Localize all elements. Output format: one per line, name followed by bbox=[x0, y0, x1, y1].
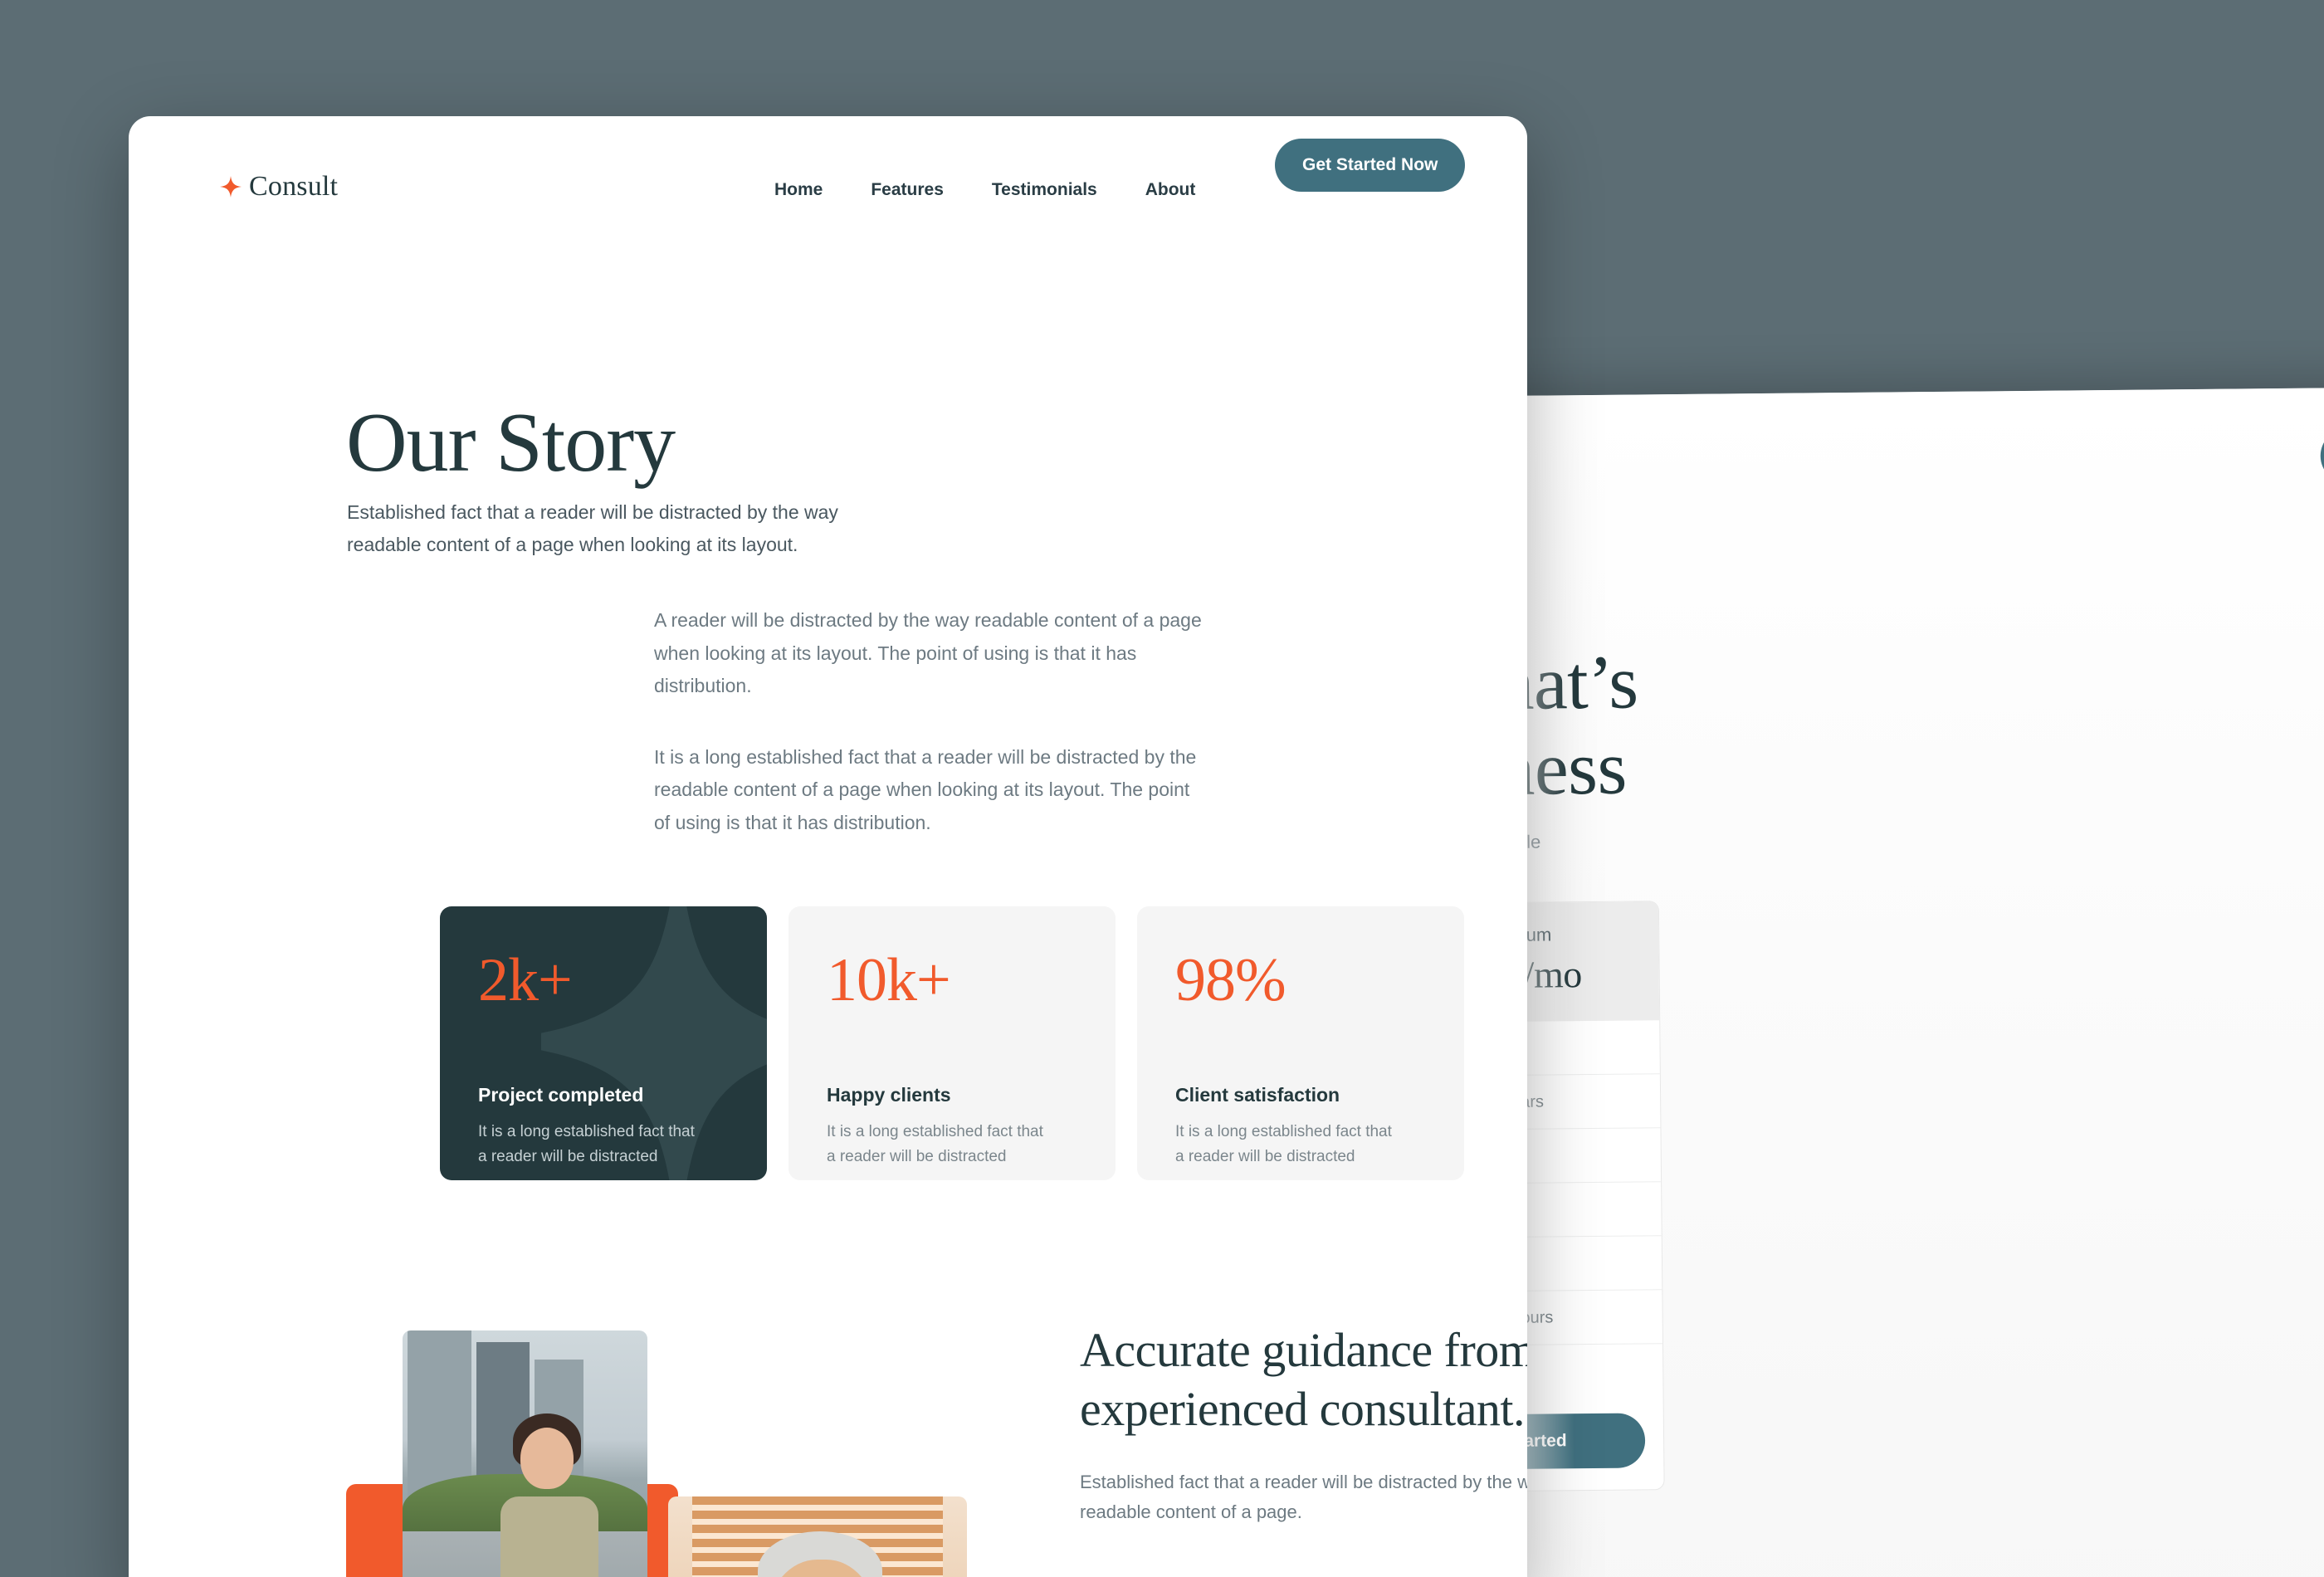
story-paragraph-2: It is a long established fact that a rea… bbox=[654, 745, 1197, 833]
our-story-page-panel: Consult Home Features Testimonials About… bbox=[129, 116, 1527, 1577]
stat-card-satisfaction: 98% Client satisfaction It is a long est… bbox=[1137, 906, 1464, 1180]
nav-item-home[interactable]: Home bbox=[774, 180, 823, 200]
nav-item-testimonials[interactable]: Testimonials bbox=[992, 180, 1097, 200]
stat-value: 10k+ bbox=[827, 946, 951, 1014]
nav-item-about[interactable]: About bbox=[1145, 180, 1196, 200]
nav-links: Home Features Testimonials About bbox=[774, 180, 1195, 200]
stat-value: 98% bbox=[1175, 946, 1286, 1014]
stat-value: 2k+ bbox=[478, 946, 573, 1014]
guidance-subtitle: Established fact that a reader will be d… bbox=[1080, 1471, 1527, 1522]
back-panel-navbar: Testimonials About Get Started Now bbox=[1416, 427, 2324, 509]
stat-label: Client satisfaction bbox=[1175, 1084, 1340, 1106]
senior-man-in-office-photo bbox=[668, 1496, 967, 1577]
story-paragraph-1: A reader will be distracted by the way r… bbox=[654, 609, 1202, 697]
stat-description: It is a long established fact that a rea… bbox=[478, 1123, 695, 1166]
stats-card-row: 2k+ Project completed It is a long estab… bbox=[440, 906, 1464, 1180]
brand-name: Consult bbox=[249, 171, 339, 202]
guidance-title: Accurate guidance from experienced consu… bbox=[1080, 1323, 1527, 1436]
stat-description: It is a long established fact that a rea… bbox=[1175, 1123, 1392, 1166]
page-subtitle: Established fact that a reader will be d… bbox=[347, 501, 838, 555]
stat-label: Happy clients bbox=[827, 1084, 951, 1106]
pricing-page-surface: Testimonials About Get Started Now plan … bbox=[1415, 381, 2324, 1577]
guidance-section: Accurate guidance from experienced consu… bbox=[1080, 1321, 1527, 1577]
back-get-started-now-button[interactable]: Get Started Now bbox=[2320, 427, 2324, 484]
nav-item-features[interactable]: Features bbox=[871, 180, 944, 200]
brand-logo[interactable]: Consult bbox=[220, 171, 338, 203]
stat-card-clients: 10k+ Happy clients It is a long establis… bbox=[788, 906, 1116, 1180]
story-text-column: A reader will be distracted by the way r… bbox=[654, 604, 1208, 839]
four-point-star-icon bbox=[220, 176, 242, 198]
page-title: Our Story bbox=[346, 396, 676, 490]
get-started-now-button[interactable]: Get Started Now bbox=[1275, 139, 1466, 192]
stat-description: It is a long established fact that a rea… bbox=[827, 1123, 1043, 1166]
stat-card-projects: 2k+ Project completed It is a long estab… bbox=[440, 906, 767, 1180]
pricing-page-panel: Testimonials About Get Started Now plan … bbox=[1415, 381, 2324, 1577]
woman-with-tablet-in-city-photo bbox=[403, 1330, 647, 1577]
stat-label: Project completed bbox=[478, 1084, 644, 1106]
